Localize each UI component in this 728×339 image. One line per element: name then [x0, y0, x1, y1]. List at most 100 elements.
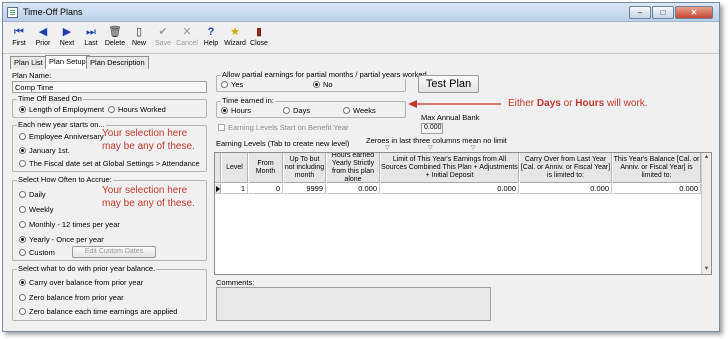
option-partial-no[interactable]: No: [313, 80, 333, 90]
time-earned-title: Time earned in:: [221, 96, 275, 105]
down-marker-icon: ▽: [471, 145, 476, 151]
test-plan-button[interactable]: Test Plan: [418, 75, 479, 93]
wizard-button[interactable]: ★ Wizard: [223, 24, 247, 47]
grid-cell[interactable]: 0.000: [613, 184, 701, 194]
option-weekly[interactable]: Weekly: [19, 205, 53, 215]
grid-scrollbar[interactable]: ▲ ▼: [701, 153, 711, 274]
radio-icon: [313, 81, 320, 88]
radio-icon: [19, 160, 26, 167]
last-button[interactable]: ⏭ Last: [79, 24, 103, 47]
radio-icon: [108, 106, 115, 113]
prior-button[interactable]: ◀ Prior: [31, 24, 55, 47]
question-icon: ?: [207, 26, 215, 38]
time-off-based-on-title: Time Off Based On: [17, 94, 83, 103]
earning-levels-grid: Level From Month Up To but not including…: [214, 152, 712, 275]
option-custom[interactable]: Custom: [19, 248, 55, 258]
close-window-button[interactable]: ✕: [675, 6, 713, 19]
column-header: This Year's Balance [Cal. or Anniv. or F…: [613, 153, 701, 183]
partial-earnings-group: Allow partial earnings for partial month…: [216, 70, 428, 92]
next-icon: ▶: [62, 26, 72, 38]
max-annual-bank-field[interactable]: 0.000: [421, 123, 443, 134]
annotation-selection-note-2: Your selection here may be any of these.: [102, 185, 195, 209]
title-bar: Time-Off Plans – □ ✕: [3, 3, 719, 22]
grid-cell[interactable]: 0.000: [327, 184, 380, 194]
column-header: From Month: [249, 153, 283, 183]
checkmark-icon: ✔: [158, 26, 168, 38]
app-icon: [7, 7, 18, 18]
grid-cell[interactable]: 9999: [284, 184, 326, 194]
option-january-1st[interactable]: January 1st.: [19, 146, 70, 156]
option-length-of-employment[interactable]: Length of Employment: [19, 105, 104, 115]
option-daily[interactable]: Daily: [19, 190, 46, 200]
comments-field[interactable]: [216, 287, 491, 321]
checkbox-icon: [218, 124, 225, 131]
option-hours[interactable]: Hours: [221, 106, 251, 116]
star-icon: ★: [230, 26, 240, 38]
annotation-days-hours-note: Either Days or Hours will work.: [508, 98, 648, 109]
radio-icon: [19, 106, 26, 113]
comments-label: Comments:: [216, 278, 255, 287]
grid-cell[interactable]: 1: [222, 184, 248, 194]
grid-cell[interactable]: 0.000: [381, 184, 519, 194]
time-off-plans-window: Time-Off Plans – □ ✕ ⏮ First ◀ Prior ▶ Next…: [2, 2, 720, 332]
first-icon: ⏮: [14, 26, 24, 38]
radio-icon: [19, 147, 26, 154]
first-button[interactable]: ⏮ First: [7, 24, 31, 47]
help-button[interactable]: ? Help: [199, 24, 223, 47]
cancel-button[interactable]: ✕ Cancel: [175, 24, 199, 47]
option-hours-worked[interactable]: Hours Worked: [108, 105, 166, 115]
column-header: Hours earned Yearly Strictly from this p…: [327, 153, 380, 183]
grid-cell[interactable]: 0: [249, 184, 283, 194]
window-title: Time-Off Plans: [23, 7, 83, 17]
window-controls: – □ ✕: [629, 6, 713, 19]
radio-icon: [19, 249, 26, 256]
close-door-icon: ▮: [255, 26, 263, 38]
delete-button[interactable]: 🗑 Delete: [103, 24, 127, 47]
scroll-up-icon[interactable]: ▲: [702, 153, 711, 162]
column-header: Carry Over from Last Year [Cal. or Anniv…: [520, 153, 612, 183]
partial-earnings-title: Allow partial earnings for partial month…: [221, 70, 428, 79]
plan-name-field[interactable]: Comp Time: [12, 81, 207, 93]
grid-cell[interactable]: 0.000: [520, 184, 612, 194]
next-button[interactable]: ▶ Next: [55, 24, 79, 47]
option-carry-over[interactable]: Carry over balance from prior year: [19, 278, 143, 288]
option-days[interactable]: Days: [283, 106, 310, 116]
radio-icon: [19, 294, 26, 301]
close-button[interactable]: ▮ Close: [247, 24, 271, 47]
radio-icon: [221, 107, 228, 114]
option-monthly[interactable]: Monthly - 12 times per year: [19, 220, 120, 230]
option-yearly[interactable]: Yearly - Once per year: [19, 235, 104, 245]
radio-icon: [19, 308, 26, 315]
prior-icon: ◀: [38, 26, 48, 38]
down-marker-icon: ▽: [428, 145, 433, 151]
radio-icon: [19, 221, 26, 228]
accrue-title: Select How Often to Accrue:: [17, 175, 113, 184]
tab-plan-setup[interactable]: Plan Setup: [45, 55, 90, 69]
radio-icon: [19, 206, 26, 213]
edit-custom-dates-button[interactable]: Edit Custom Dates: [72, 246, 156, 258]
tab-plan-description[interactable]: Plan Description: [86, 56, 149, 69]
radio-icon: [283, 107, 290, 114]
minimize-button[interactable]: –: [629, 6, 651, 19]
option-fiscal-date[interactable]: The Fiscal date set at Global Settings >…: [19, 159, 200, 169]
save-button[interactable]: ✔ Save: [151, 24, 175, 47]
earning-levels-label: Earning Levels (Tab to create new level): [216, 139, 350, 148]
option-employee-anniversary[interactable]: Employee Anniversary: [19, 132, 104, 142]
option-benefit-year[interactable]: Earning Levels Start on Benefit Year: [218, 123, 349, 133]
option-weeks[interactable]: Weeks: [343, 106, 376, 116]
option-zero-each-time[interactable]: Zero balance each time earnings are appl…: [19, 307, 177, 317]
grid-corner: [215, 153, 221, 183]
option-zero-balance[interactable]: Zero balance from prior year: [19, 293, 124, 303]
radio-icon: [19, 191, 26, 198]
maximize-button[interactable]: □: [652, 6, 674, 19]
x-icon: ✕: [182, 26, 192, 38]
new-button[interactable]: ▯ New: [127, 24, 151, 47]
row-selector-icon[interactable]: [215, 184, 221, 194]
option-partial-yes[interactable]: Yes: [221, 80, 243, 90]
radio-icon: [19, 133, 26, 140]
column-header: Level: [222, 153, 248, 183]
radio-icon: [343, 107, 350, 114]
scroll-down-icon[interactable]: ▼: [702, 265, 711, 274]
time-earned-group: Time earned in: Hours Days Weeks: [216, 96, 406, 118]
tab-plan-list[interactable]: Plan List: [10, 56, 47, 69]
